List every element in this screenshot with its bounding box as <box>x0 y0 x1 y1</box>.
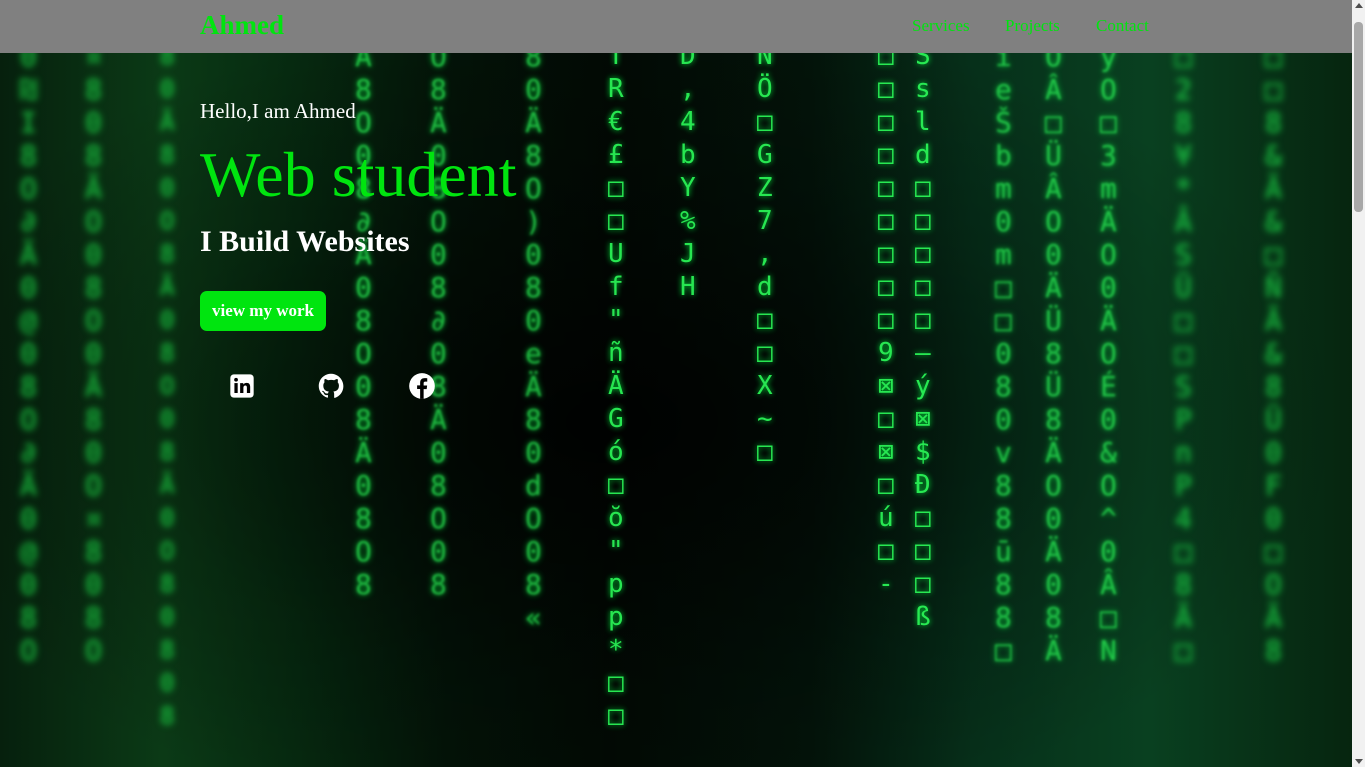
facebook-icon[interactable] <box>408 372 436 400</box>
code-rain-column: □ 2 8 ¥ * Â S Ü □ □ S P n P 4 □ 8 Ä □ <box>1175 40 1192 667</box>
scroll-down-icon[interactable] <box>1354 759 1363 764</box>
code-rain-column: O Â □ Ü Â O 0 Ä Ü 8 Ü 8 Ä O 0 Ä 0 8 Ä <box>1045 40 1062 667</box>
nav-link-projects[interactable]: Projects <box>1005 16 1060 36</box>
code-rain-column: S s l d □ □ □ □ □ — ý ⊠ $ Ð □ □ □ ß <box>915 41 931 632</box>
github-icon[interactable] <box>317 372 345 400</box>
code-rain-column: 8 0 Ä 8 0 O 8 Ä 0 8 O 0 8 Ä 0 O 8 0 8 0 … <box>160 42 175 730</box>
code-rain-column: O 8 Ä 0 8 O 0 8 ∂ 0 8 Ä 0 8 O 0 8 <box>430 40 447 601</box>
code-rain-column: 0 ₪ I 8 O ∂ Ä 0 @ 0 8 O ∂ Ä 0 @ 0 8 O <box>20 40 37 667</box>
hero-tagline: I Build Websites <box>200 225 410 258</box>
code-rain-column: ¤ 8 0 8 Ä O 0 8 O 0 Ä 8 0 O ¤ 8 0 8 O <box>85 40 102 667</box>
nav-link-services[interactable]: Services <box>912 16 970 36</box>
vertical-scrollbar[interactable] <box>1352 0 1365 767</box>
view-my-work-button[interactable]: view my work <box>200 291 326 331</box>
navbar: Ahmed Services Projects Contact <box>0 0 1352 53</box>
code-rain-column: □ □ 8 & Ä & □ Ñ Ä & 8 Ü 0 F 0 □ O Ä 8 <box>1265 40 1282 667</box>
brand-logo[interactable]: Ahmed <box>200 10 284 41</box>
scrollbar-thumb[interactable] <box>1354 22 1363 212</box>
code-rain-column: Ä 8 O 0 8 ∂ Ä 0 8 O 0 8 Ä 0 8 O 8 <box>355 40 372 601</box>
code-rain-column: 8 0 Ä 8 O ) 0 8 0 e Ä 8 0 d O 0 8 « <box>525 40 542 634</box>
linkedin-icon[interactable] <box>228 372 256 400</box>
hero-role: Web student <box>200 139 517 210</box>
code-rain-column: □ □ □ □ □ □ □ □ □ 9 ⊠ □ ⊠ □ ú □ - <box>878 41 894 599</box>
hero-greeting: Hello,I am Ahmed <box>200 99 356 123</box>
code-rain-column: N Ö □ G Z 7 , d □ □ X ~ □ <box>757 41 773 467</box>
code-rain-column: D , 4 b Y % J H <box>680 41 696 302</box>
code-rain-column: i e Š b m 0 m □ □ 0 8 0 v 8 8 ū 8 8 □ <box>995 40 1012 667</box>
scroll-up-icon[interactable] <box>1354 3 1363 8</box>
code-rain-column: y O □ 3 m Ä O 0 Ä O É 0 & O ^ 0 Â □ N <box>1100 40 1117 667</box>
code-rain-column: T R € £ □ □ U f " ñ Ä G ó □ ŏ " p p * □ … <box>608 41 624 731</box>
nav-link-contact[interactable]: Contact <box>1096 16 1149 36</box>
